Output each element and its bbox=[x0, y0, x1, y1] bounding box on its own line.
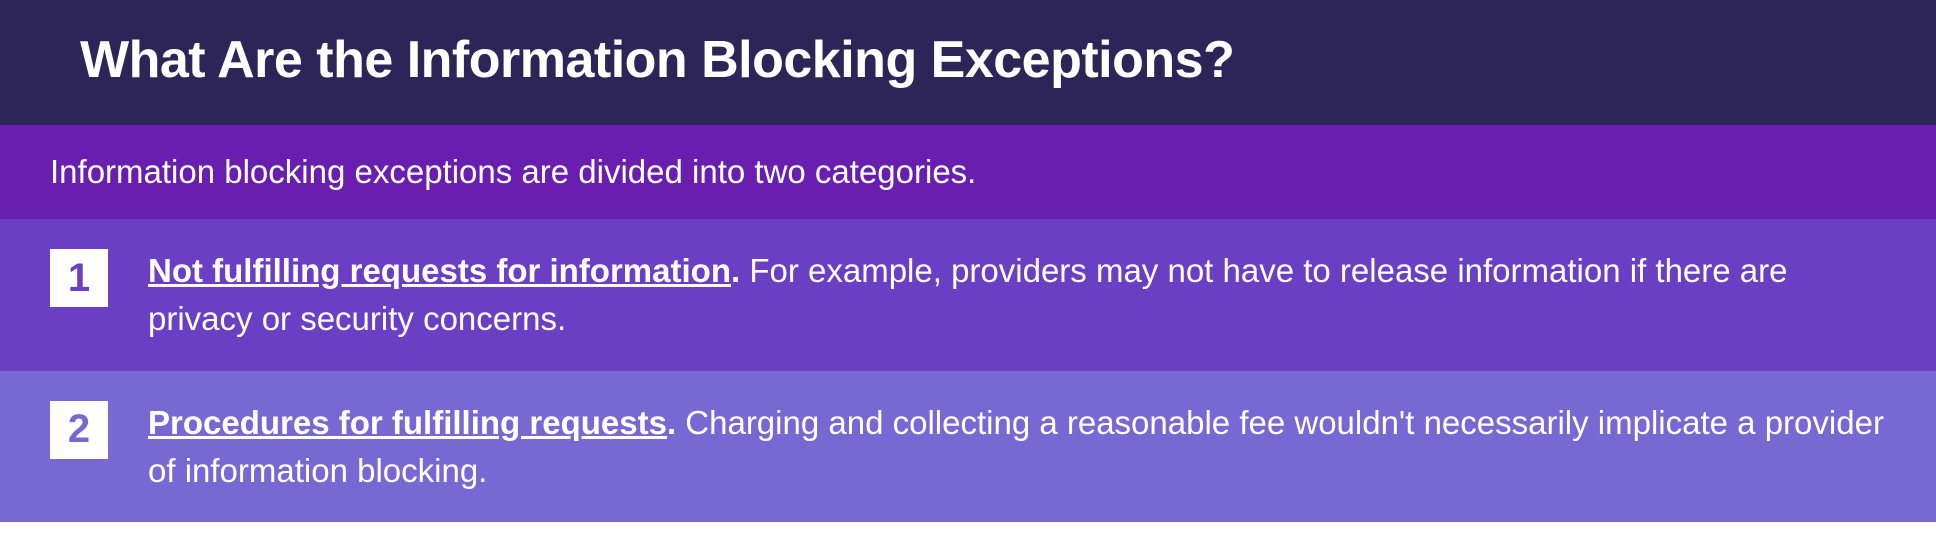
number-value: 2 bbox=[68, 407, 90, 452]
number-badge: 1 bbox=[50, 249, 108, 307]
number-badge: 2 bbox=[50, 401, 108, 459]
item-text: Procedures for fulfilling requests. Char… bbox=[148, 399, 1886, 495]
page-title: What Are the Information Blocking Except… bbox=[80, 30, 1856, 90]
intro-text: Information blocking exceptions are divi… bbox=[0, 125, 1936, 219]
item-lead: Procedures for fulfilling requests bbox=[148, 404, 667, 441]
list-item: 2 Procedures for fulfilling requests. Ch… bbox=[0, 371, 1936, 523]
item-text: Not fulfilling requests for information.… bbox=[148, 247, 1886, 343]
number-value: 1 bbox=[68, 256, 90, 301]
list-item: 1 Not fulfilling requests for informatio… bbox=[0, 219, 1936, 371]
header: What Are the Information Blocking Except… bbox=[0, 0, 1936, 125]
item-lead: Not fulfilling requests for information bbox=[148, 252, 731, 289]
